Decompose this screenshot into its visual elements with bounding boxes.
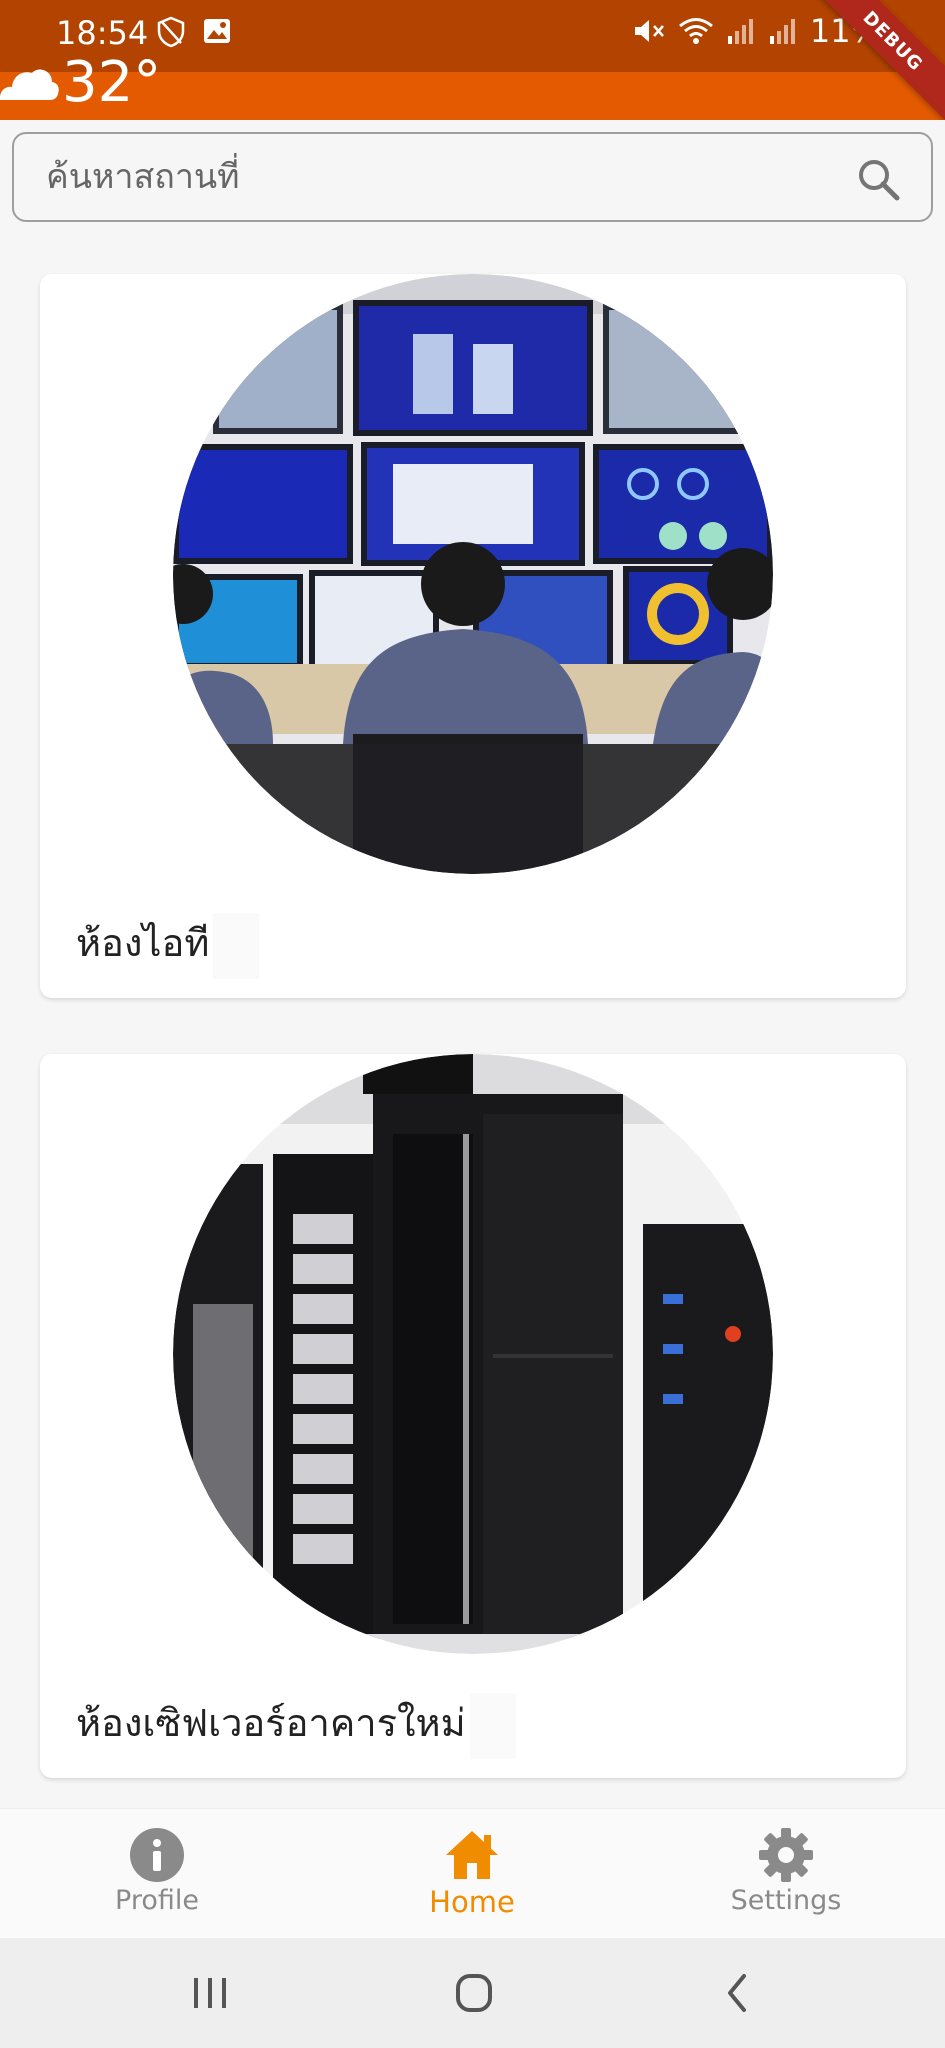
card-title: ห้องไอที [76,921,210,965]
nav-label: Profile [115,1885,199,1916]
it-room-photo [173,274,773,874]
server-room-photo [173,1054,773,1654]
home-icon [446,1831,498,1879]
gallery-icon [204,19,230,43]
nav-settings[interactable]: Settings [686,1827,886,1916]
place-card-it-room[interactable]: ห้องไอที [40,274,906,998]
nav-label: Settings [730,1885,842,1916]
search-box[interactable] [12,132,933,222]
info-icon [130,1828,184,1882]
signal-icon [727,19,753,44]
search-icon[interactable] [855,156,901,202]
recent-apps-icon[interactable] [180,1968,240,2018]
nav-profile[interactable]: Profile [57,1827,257,1916]
card-title: ห้องเซิฟเวอร์อาคารใหม่ [76,1701,466,1745]
weather-widget: 32° [0,46,161,120]
search-input[interactable] [46,152,826,202]
home-button-icon[interactable] [444,1968,504,2018]
signal-icon [769,19,795,44]
system-navigation-bar [0,1938,945,2048]
app-bar: 18:54 11% DEBUG 32° [0,0,945,120]
bottom-navigation: Profile Home Settings [0,1808,945,1938]
wifi-icon [678,18,713,44]
nav-home[interactable]: Home [372,1827,572,1919]
nav-label: Home [429,1885,515,1919]
mute-icon [634,20,664,42]
back-icon[interactable] [708,1968,768,2018]
temperature: 32° [62,50,162,115]
gear-icon [759,1828,813,1882]
cloud-icon [0,69,59,100]
shield-icon [157,16,185,48]
place-card-server-room[interactable]: ห้องเซิฟเวอร์อาคารใหม่ [40,1054,906,1778]
